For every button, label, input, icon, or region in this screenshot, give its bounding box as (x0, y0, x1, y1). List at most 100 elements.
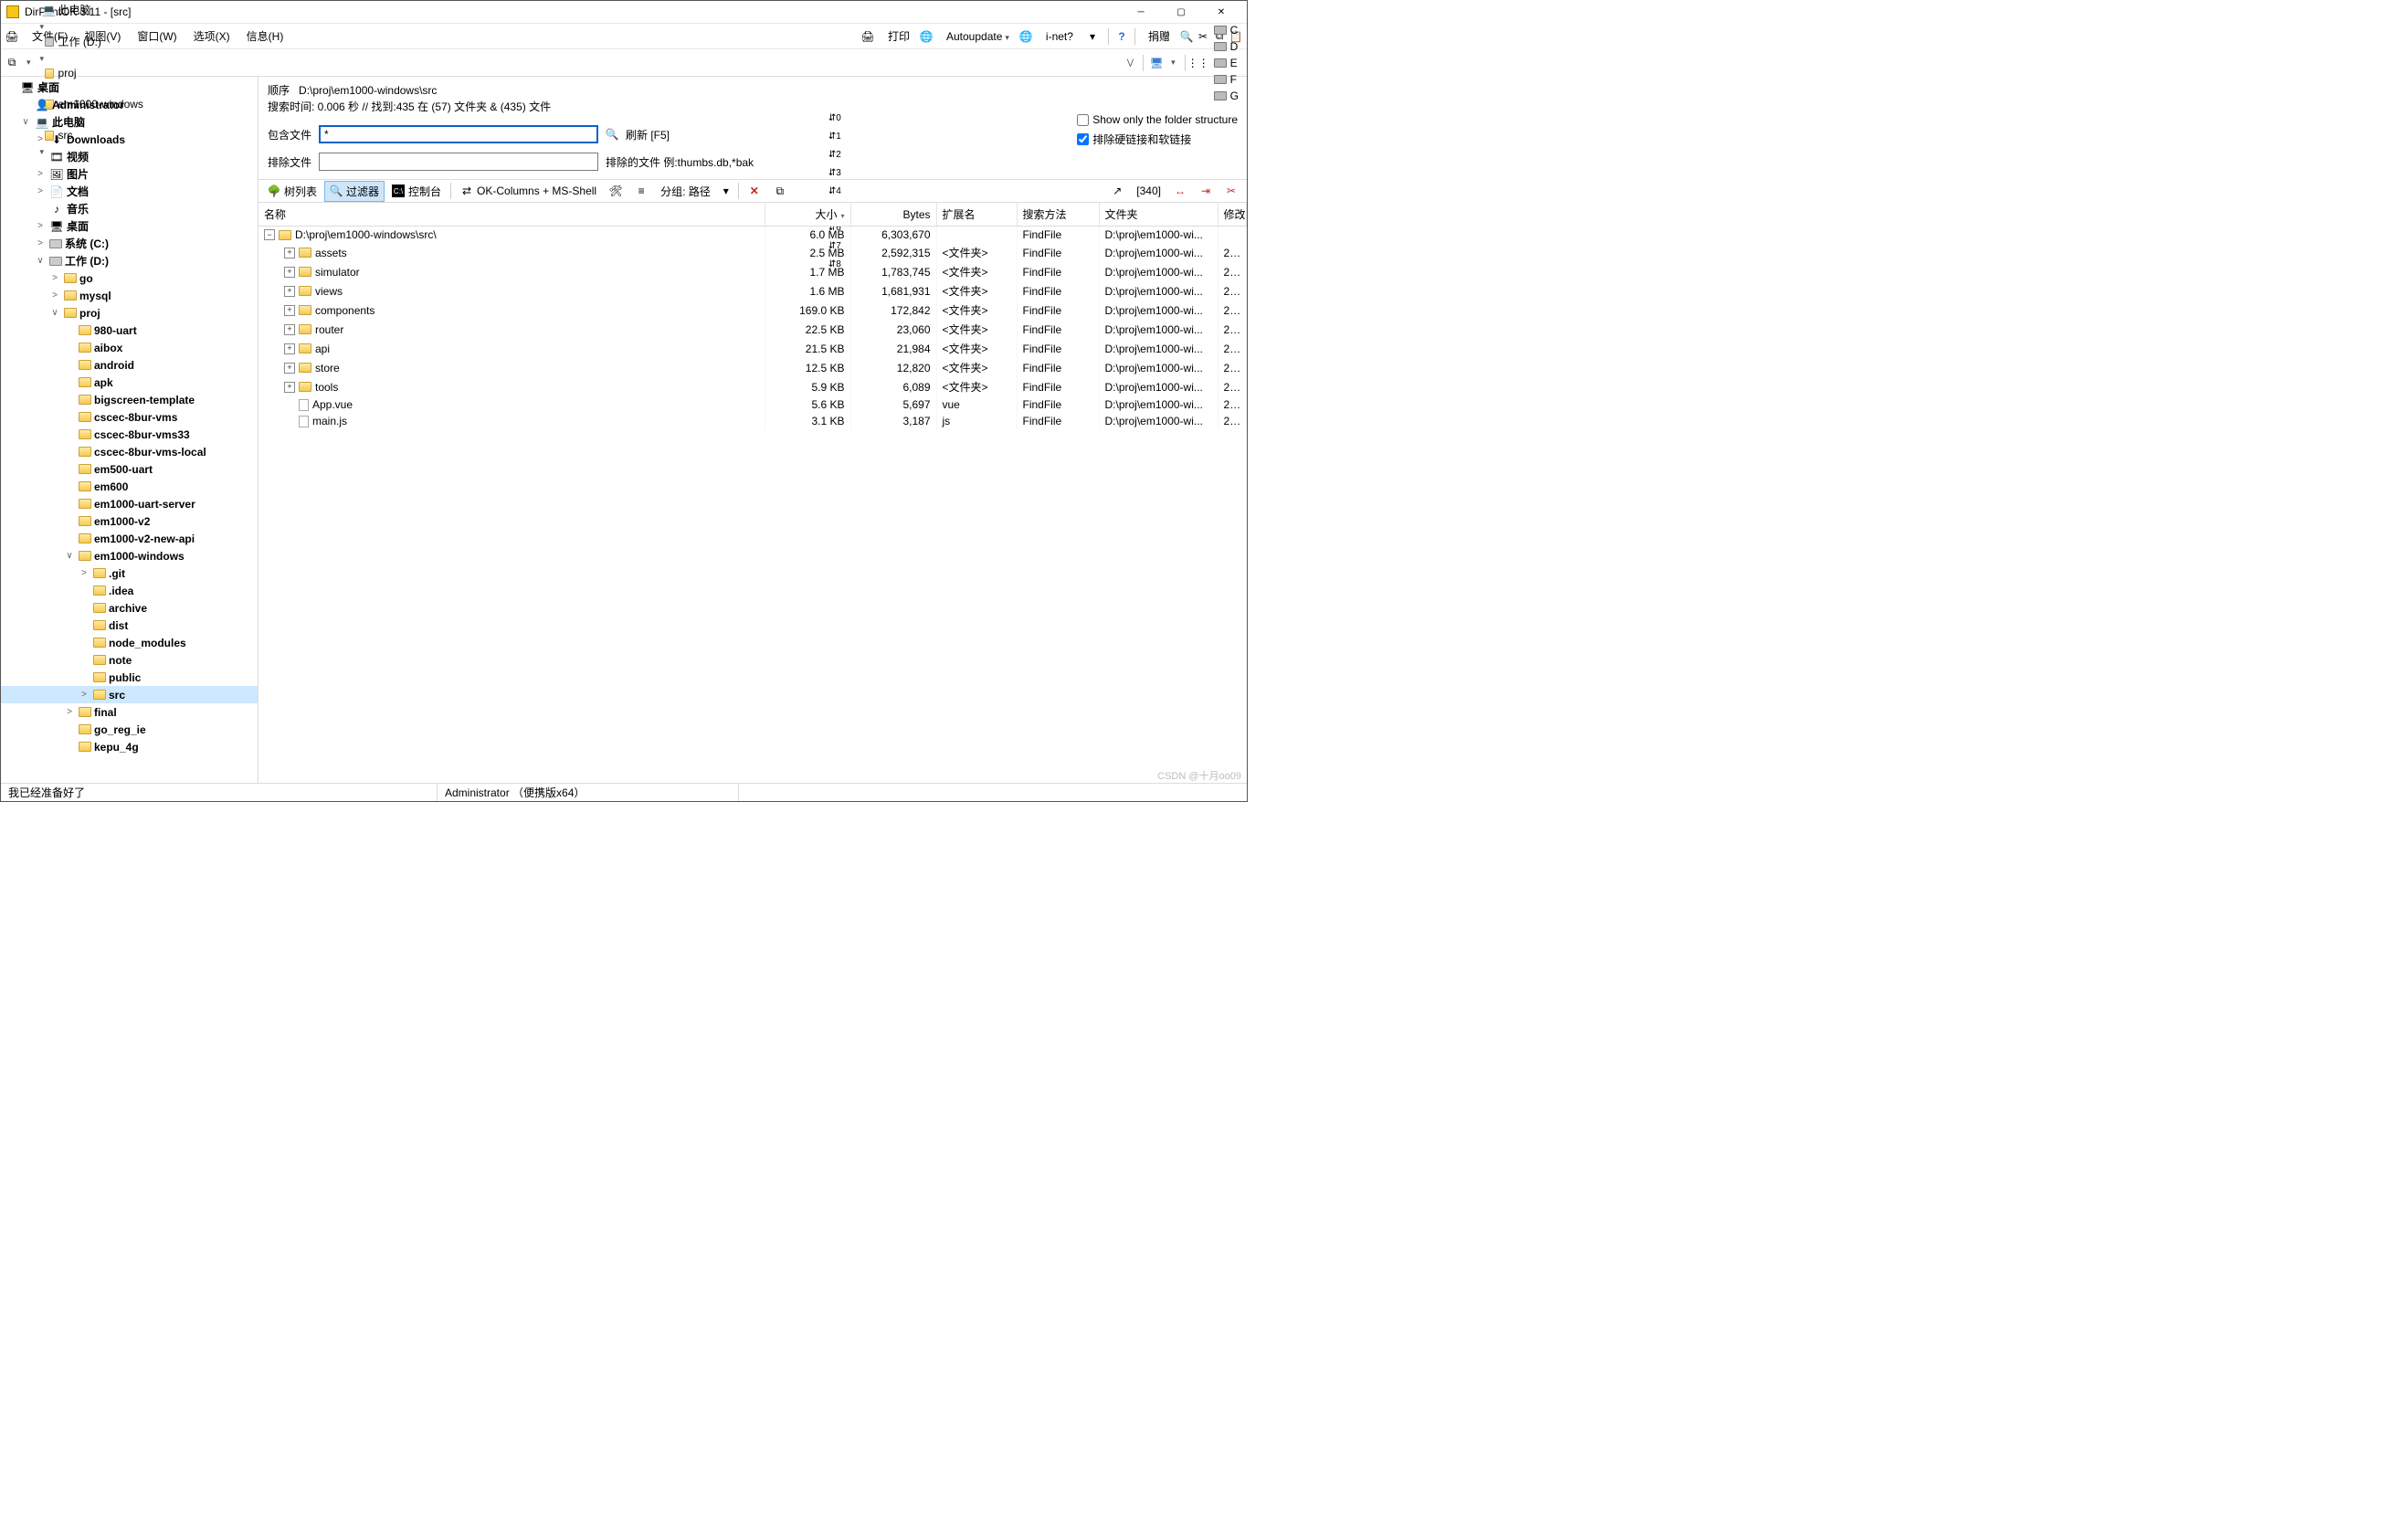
btn-copy[interactable]: ⧉ (768, 182, 792, 200)
include-input[interactable] (319, 125, 598, 143)
k3-button[interactable]: ⇵3 (823, 163, 847, 182)
tree-item[interactable]: go_reg_ie (1, 721, 258, 738)
btn-console[interactable]: C:\控制台 (386, 181, 447, 202)
tree-item[interactable]: .idea (1, 582, 258, 599)
row-expander[interactable]: + (284, 343, 295, 354)
btn-treeview[interactable]: 🌳树列表 (262, 181, 322, 202)
file-table-wrap[interactable]: 名称大小Bytes扩展名搜索方法文件夹修改时 −D:\proj\em1000-w… (258, 203, 1247, 783)
drive-D[interactable]: D (1209, 38, 1243, 55)
tree-item[interactable]: >.git (1, 564, 258, 582)
table-row[interactable]: +components169.0 KB172,842<文件夹>FindFileD… (258, 301, 1247, 320)
btn-cut[interactable]: ✂ (1219, 182, 1243, 200)
breadcrumb-arrow[interactable]: ▾ (37, 52, 48, 65)
col-4[interactable]: 搜索方法 (1017, 203, 1099, 227)
drive-C[interactable]: C (1209, 22, 1243, 38)
tree-item[interactable]: >go (1, 269, 258, 287)
table-row[interactable]: +views1.6 MB1,681,931<文件夹>FindFileD:\pro… (258, 281, 1247, 301)
tree-item[interactable]: cscec-8bur-vms (1, 408, 258, 426)
btn-list[interactable]: ≡ (629, 182, 653, 200)
minimize-button[interactable]: ─ (1121, 1, 1161, 23)
drive-E[interactable]: E (1209, 55, 1243, 71)
tree-expander[interactable]: > (34, 238, 47, 248)
row-expander[interactable]: + (284, 363, 295, 374)
tree-item[interactable]: ∨proj (1, 304, 258, 322)
refresh-icon[interactable]: 🔍 (606, 128, 618, 141)
tree-expander[interactable]: > (34, 221, 47, 231)
newwin-icon[interactable]: ⧉ (5, 56, 19, 70)
table-row[interactable]: App.vue5.6 KB5,697vueFindFileD:\proj\em1… (258, 396, 1247, 413)
tree-item[interactable]: em1000-v2-new-api (1, 530, 258, 547)
crumb-overflow[interactable]: ⋁ (1124, 56, 1137, 69)
breadcrumb-arrow[interactable]: ▾ (37, 0, 48, 1)
table-row[interactable]: +simulator1.7 MB1,783,745<文件夹>FindFileD:… (258, 262, 1247, 281)
tree-item[interactable]: >🖼图片 (1, 165, 258, 183)
tree-expander[interactable]: ∨ (63, 551, 76, 561)
tree-item[interactable]: archive (1, 599, 258, 617)
btn-group-menu[interactable]: ▾ (718, 182, 734, 200)
find-icon[interactable]: 🔍 (1179, 29, 1194, 44)
tree-expander[interactable]: ∨ (19, 117, 32, 127)
tree-item[interactable]: aibox (1, 339, 258, 356)
row-expander[interactable]: + (284, 286, 295, 297)
k1-button[interactable]: ⇵1 (823, 127, 847, 145)
menu-info[interactable]: 信息(H) (239, 26, 291, 47)
menu-print[interactable]: 打印 (881, 26, 917, 47)
tree-item[interactable]: kepu_4g (1, 738, 258, 755)
tree-item[interactable]: 🎞视频 (1, 148, 258, 165)
table-row[interactable]: +store12.5 KB12,820<文件夹>FindFileD:\proj\… (258, 358, 1247, 377)
col-3[interactable]: 扩展名 (936, 203, 1017, 227)
tree-expander[interactable]: > (78, 690, 90, 700)
tree-item[interactable]: 🖥桌面 (1, 79, 258, 96)
col-6[interactable]: 修改时 (1218, 203, 1247, 227)
tree-item[interactable]: em500-uart (1, 460, 258, 478)
tree-item[interactable]: cscec-8bur-vms-local (1, 443, 258, 460)
grid-icon[interactable]: ⋮⋮ (1191, 56, 1206, 70)
maximize-button[interactable]: ▢ (1161, 1, 1201, 23)
folder-tree[interactable]: 🖥桌面👤Administrator∨💻此电脑>⬇Downloads🎞视频>🖼图片… (1, 77, 258, 783)
tree-expander[interactable]: > (48, 290, 61, 301)
tree-item[interactable]: >⬇Downloads (1, 131, 258, 148)
menu-inet[interactable]: i-net? (1039, 27, 1081, 46)
breadcrumb-arrow[interactable]: ▾ (37, 20, 48, 33)
tree-item[interactable]: node_modules (1, 634, 258, 651)
tree-item[interactable]: note (1, 651, 258, 669)
breadcrumb-1[interactable]: 💻此电脑 (37, 0, 149, 19)
close-button[interactable]: ✕ (1201, 1, 1241, 23)
table-row[interactable]: main.js3.1 KB3,187jsFindFileD:\proj\em10… (258, 413, 1247, 429)
tree-item[interactable]: 👤Administrator (1, 96, 258, 113)
tree-expander[interactable]: > (48, 273, 61, 283)
col-5[interactable]: 文件夹 (1099, 203, 1218, 227)
tree-item[interactable]: ♪音乐 (1, 200, 258, 217)
k2-button[interactable]: ⇵2 (823, 145, 847, 163)
row-expander[interactable]: + (284, 248, 295, 258)
table-row[interactable]: −D:\proj\em1000-windows\src\6.0 MB6,303,… (258, 227, 1247, 244)
table-row[interactable]: +tools5.9 KB6,089<文件夹>FindFileD:\proj\em… (258, 377, 1247, 396)
tree-expander[interactable]: ∨ (48, 308, 61, 318)
tree-expander[interactable]: > (78, 568, 90, 578)
breadcrumb-2[interactable]: 工作 (D:) (37, 32, 149, 51)
refresh-label[interactable]: 刷新 [F5] (626, 127, 670, 142)
tree-item[interactable]: em1000-uart-server (1, 495, 258, 512)
tree-expander[interactable]: > (34, 186, 47, 196)
print-icon-2[interactable]: 🖨 (860, 29, 875, 44)
menu-donate[interactable]: 捐赠 (1141, 26, 1177, 47)
menu-autoupdate[interactable]: Autoupdate (939, 27, 1017, 46)
tree-item[interactable]: apk (1, 374, 258, 391)
show-only-folders-checkbox[interactable]: Show only the folder structure (1077, 113, 1238, 126)
row-expander[interactable]: + (284, 382, 295, 393)
k4-button[interactable]: ⇵4 (823, 182, 847, 200)
col-0[interactable]: 名称 (258, 203, 765, 227)
btn-tools[interactable]: 🛠 (604, 182, 628, 200)
tree-item[interactable]: public (1, 669, 258, 686)
tree-item[interactable]: 980-uart (1, 322, 258, 339)
tree-item[interactable]: em600 (1, 478, 258, 495)
print-icon[interactable]: 🖨 (5, 29, 19, 44)
btn-delete[interactable]: ✕ (743, 182, 766, 200)
tree-item[interactable]: >mysql (1, 287, 258, 304)
cut-icon[interactable]: ✂ (1196, 29, 1210, 44)
row-expander[interactable]: + (284, 267, 295, 278)
monitor-icon[interactable]: 🖥 (1149, 56, 1164, 70)
col-2[interactable]: Bytes (850, 203, 936, 227)
btn-shrink[interactable]: ⇥ (1194, 182, 1218, 200)
tree-item[interactable]: ∨工作 (D:) (1, 252, 258, 269)
